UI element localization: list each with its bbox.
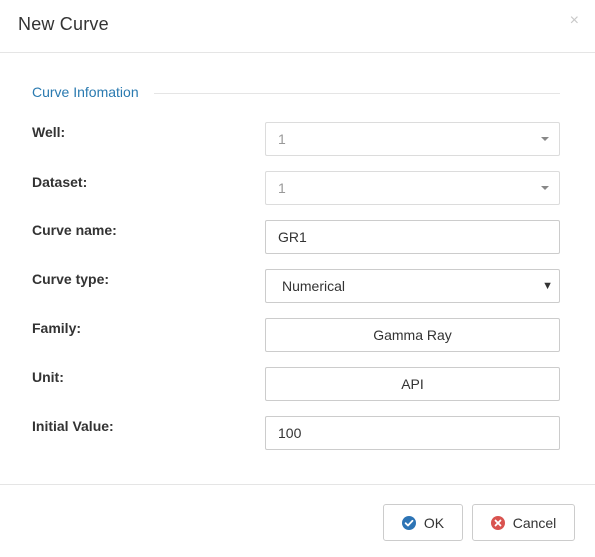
curve-type-select[interactable]: Numerical ▼ <box>265 269 560 303</box>
unit-label: Unit: <box>32 369 64 385</box>
chevron-down-icon <box>541 186 549 190</box>
dataset-value: 1 <box>278 180 286 196</box>
well-value: 1 <box>278 131 286 147</box>
initial-value-label: Initial Value: <box>32 418 114 434</box>
curve-name-input[interactable]: GR1 <box>265 220 560 254</box>
section-divider <box>154 93 560 94</box>
dataset-select[interactable]: 1 <box>265 171 560 205</box>
well-select[interactable]: 1 <box>265 122 560 156</box>
x-circle-icon <box>490 515 505 530</box>
initial-value-value: 100 <box>278 425 302 441</box>
well-label: Well: <box>32 124 66 140</box>
close-icon[interactable]: × <box>570 13 579 29</box>
family-label: Family: <box>32 320 82 336</box>
curve-name-value: GR1 <box>278 229 307 245</box>
unit-button[interactable]: API <box>265 367 560 401</box>
dialog-header: New Curve × <box>0 0 595 53</box>
check-circle-icon <box>401 515 416 530</box>
dropdown-arrow-icon: ▼ <box>542 280 553 292</box>
curve-type-label: Curve type: <box>32 271 110 287</box>
cancel-button[interactable]: Cancel <box>472 504 575 541</box>
new-curve-dialog: New Curve × Curve Infomation Well: 1 Dat… <box>0 0 595 557</box>
dialog-title: New Curve <box>18 14 109 34</box>
dataset-label: Dataset: <box>32 174 88 190</box>
cancel-label: Cancel <box>512 514 557 531</box>
curve-type-value: Numerical <box>282 278 346 294</box>
ok-label: OK <box>423 514 445 531</box>
dialog-footer-divider <box>0 484 595 485</box>
ok-button[interactable]: OK <box>383 504 463 541</box>
initial-value-input[interactable]: 100 <box>265 416 560 450</box>
curve-name-label: Curve name: <box>32 222 117 238</box>
section-legend: Curve Infomation <box>32 84 139 100</box>
family-button[interactable]: Gamma Ray <box>265 318 560 352</box>
chevron-down-icon <box>541 137 549 141</box>
